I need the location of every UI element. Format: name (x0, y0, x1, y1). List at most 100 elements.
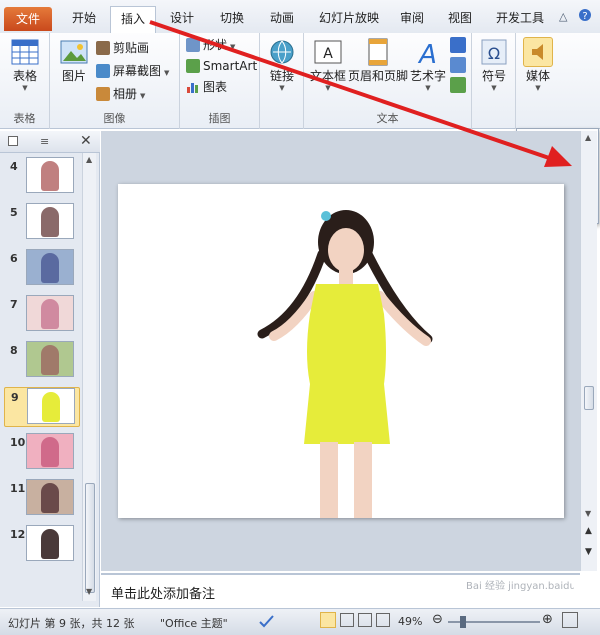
spellcheck-icon[interactable] (258, 613, 274, 632)
help-icon[interactable]: ? (578, 8, 592, 25)
textbox-button[interactable]: A 文本框 ▼ (308, 37, 348, 93)
slide-thumbnail[interactable]: 5 (4, 203, 80, 243)
header-footer-button[interactable]: 页眉和页脚 (348, 37, 408, 83)
slide-thumbnail-selected[interactable]: 9 (4, 387, 80, 427)
slide-thumbnail[interactable]: 10 (4, 433, 80, 473)
slideshow-view-icon[interactable] (376, 613, 390, 627)
chart-button[interactable]: 图表 (186, 77, 227, 97)
clipart-button[interactable]: 剪贴画 (96, 38, 149, 58)
slide-preview (26, 157, 74, 193)
thumbnail-scrollbar[interactable]: ▲ ▼ (82, 153, 96, 601)
symbol-button[interactable]: Ω 符号 ▼ (478, 37, 510, 93)
group-label-text: 文本 (376, 112, 399, 125)
powerpoint-window: 文件 开始 插入 设计 切换 动画 幻灯片放映 审阅 视图 开发工具 △ ? 表… (0, 0, 600, 635)
wordart-button[interactable]: A 艺术字 ▼ (408, 37, 448, 93)
shapes-button[interactable]: 形状 ▼ (186, 35, 235, 55)
tab-animations[interactable]: 动画 (262, 6, 302, 34)
slide-sorter-icon[interactable] (340, 613, 354, 627)
slide-thumbnail[interactable]: 4 (4, 157, 80, 197)
outline-tab-icon[interactable]: ≡ (40, 135, 49, 148)
slide-preview (26, 203, 74, 239)
next-slide-icon[interactable]: ▼ (585, 547, 592, 557)
slide-thumbnail[interactable]: 8 (4, 341, 80, 381)
tab-developer[interactable]: 开发工具 (490, 6, 550, 34)
media-button[interactable]: 媒体 ▼ (520, 37, 556, 93)
slide-count: 幻灯片 第 9 张，共 12 张 (8, 617, 135, 630)
screenshot-icon (96, 64, 110, 78)
tab-home[interactable]: 开始 (62, 6, 106, 34)
watermark: Bai 经验 jingyan.baidu.com (466, 581, 574, 592)
scroll-up-icon[interactable]: ▲ (86, 155, 92, 164)
tab-view[interactable]: 视图 (440, 6, 480, 34)
tab-review[interactable]: 审阅 (392, 6, 432, 34)
chevron-down-icon: ▼ (491, 84, 497, 92)
omega-icon: Ω (479, 37, 509, 67)
svg-text:Ω: Ω (488, 44, 500, 63)
slide-number-icon[interactable] (450, 57, 466, 73)
clipart-icon (96, 41, 110, 55)
slides-tab-icon[interactable] (8, 136, 18, 146)
chevron-down-icon: ▼ (325, 84, 331, 92)
tab-slideshow[interactable]: 幻灯片放映 (312, 6, 386, 34)
group-label-image: 图像 (103, 112, 126, 125)
status-bar: 幻灯片 第 9 张，共 12 张 "Office 主题" 49% ⊖ ⊕ (0, 608, 600, 635)
slide-photo[interactable] (118, 184, 564, 518)
slide-thumbnail[interactable]: 6 (4, 249, 80, 289)
scroll-down-icon[interactable]: ▼ (86, 587, 92, 596)
scroll-down-icon[interactable]: ▼ (585, 509, 591, 518)
previous-slide-icon[interactable]: ▲ (585, 526, 592, 536)
scroll-up-icon[interactable]: ▲ (585, 133, 591, 142)
zoom-in-icon[interactable]: ⊕ (542, 612, 553, 627)
slide-editing-area (101, 131, 580, 571)
slide-scrollbar[interactable]: ▲ ▼ ▲ ▼ (580, 131, 597, 571)
table-button[interactable]: 表格 ▼ (6, 37, 44, 93)
tab-design[interactable]: 设计 (162, 6, 202, 34)
scroll-thumb[interactable] (85, 483, 95, 593)
slide-preview (26, 525, 74, 561)
table-icon (10, 37, 40, 67)
tab-file[interactable]: 文件 (4, 7, 52, 31)
album-button[interactable]: 相册 ▼ (96, 84, 145, 104)
zoom-out-icon[interactable]: ⊖ (432, 612, 443, 627)
chevron-down-icon: ▼ (22, 84, 28, 92)
shapes-icon (186, 38, 200, 52)
textbox-icon: A (313, 37, 343, 67)
chevron-down-icon: ▼ (140, 92, 146, 100)
speaker-icon (523, 37, 553, 67)
ribbon-insert: 表格 ▼ 表格 图片 剪贴画 屏幕截图 ▼ 相册 ▼ 图像 形状 ▼ Smart… (0, 33, 600, 129)
zoom-slider-thumb[interactable] (460, 616, 466, 628)
notes-pane[interactable]: 单击此处添加备注 Bai 经验 jingyan.baidu.com (101, 573, 580, 606)
link-button[interactable]: 链接 ▼ (266, 37, 298, 93)
tab-insert[interactable]: 插入 (110, 6, 156, 35)
current-slide[interactable] (118, 184, 564, 518)
picture-button[interactable]: 图片 (56, 37, 92, 83)
group-illustration: 形状 ▼ SmartArt 图表 插图 (180, 33, 260, 129)
normal-view-icon[interactable] (320, 612, 336, 628)
slide-thumbnail[interactable]: 7 (4, 295, 80, 335)
slide-preview (26, 433, 74, 469)
tab-transitions[interactable]: 切换 (212, 6, 252, 34)
slide-preview (26, 295, 74, 331)
minimize-ribbon-icon[interactable]: △ (559, 10, 567, 23)
slide-thumbnail[interactable]: 11 (4, 479, 80, 519)
header-footer-icon (363, 37, 393, 67)
smartart-button[interactable]: SmartArt (186, 56, 257, 76)
screenshot-button[interactable]: 屏幕截图 ▼ (96, 61, 169, 81)
slide-thumbnail[interactable]: 12 (4, 525, 80, 565)
chart-icon (186, 80, 200, 94)
chevron-down-icon: ▼ (164, 69, 170, 77)
zoom-slider[interactable] (448, 616, 540, 628)
reading-view-icon[interactable] (358, 613, 372, 627)
notes-placeholder[interactable]: 单击此处添加备注 (111, 583, 215, 602)
zoom-level[interactable]: 49% (398, 615, 422, 628)
close-icon[interactable]: ✕ (80, 133, 92, 149)
fit-to-window-icon[interactable] (562, 612, 578, 628)
group-links: 链接 ▼ (260, 33, 304, 129)
slide-preview (27, 388, 75, 424)
chevron-down-icon: ▼ (279, 84, 285, 92)
scroll-thumb[interactable] (584, 386, 594, 410)
slide-preview (26, 479, 74, 515)
wordart-icon: A (413, 37, 443, 70)
object-icon[interactable] (450, 77, 466, 93)
date-time-icon[interactable] (450, 37, 466, 53)
